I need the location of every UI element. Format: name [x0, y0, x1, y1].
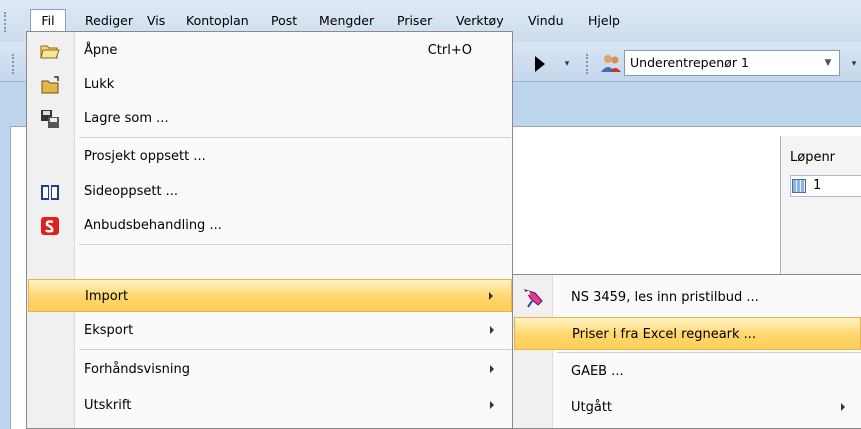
menu-item-label: Prosjekt oppsett ... — [84, 149, 206, 164]
file-menu: Åpne Ctrl+O Lukk Lagre som ... Prosjekt … — [26, 31, 513, 429]
menu-item-shortcut: Ctrl+O — [427, 43, 472, 58]
menu-item-label: Sideoppsett ... — [84, 184, 179, 199]
menu-item-label: Åpne — [84, 43, 118, 58]
submenu-arrow-icon — [841, 403, 845, 411]
menu-item-close[interactable]: Lukk — [28, 68, 512, 101]
toolbar-overflow-chevron-icon[interactable]: ▾ — [562, 54, 572, 74]
menu-item-print-preview[interactable]: Forhåndsvisning — [28, 353, 512, 386]
subcontractor-combo[interactable]: Underentrepenør 1 ▼ — [624, 50, 840, 76]
submenu-arrow-icon — [489, 292, 493, 300]
menu-item-tender-processing[interactable]: Anbudsbehandling ... — [28, 209, 512, 242]
submenu-item-excel-prices[interactable]: Priser i fra Excel regneark ... — [514, 317, 861, 350]
menu-item-project-setup[interactable]: Prosjekt oppsett ... — [28, 140, 512, 173]
menu-item-page-setup[interactable]: Sideoppsett ... — [28, 175, 512, 208]
menu-item-label: Lukk — [84, 77, 115, 92]
menu-item-export[interactable]: Eksport — [28, 314, 512, 347]
menu-priser[interactable]: Priser — [397, 10, 432, 32]
menu-item-print[interactable]: Utskrift — [28, 389, 512, 422]
lopenr-label: Løpenr — [790, 150, 836, 165]
import-price-icon — [523, 289, 543, 308]
book-icon — [41, 185, 59, 200]
submenu-item-gaeb[interactable]: GAEB ... — [514, 355, 861, 388]
menu-hjelp[interactable]: Hjelp — [588, 10, 620, 32]
menu-vis[interactable]: Vis — [147, 10, 165, 32]
menu-item-label: Forhåndsvisning — [84, 362, 190, 377]
menu-mengder[interactable]: Mengder — [319, 10, 374, 32]
submenu-arrow-icon — [490, 326, 494, 334]
submenu-item-label: Priser i fra Excel regneark ... — [572, 327, 757, 342]
menu-separator — [557, 352, 861, 353]
menu-separator — [79, 349, 511, 350]
menu-item-label: Import — [85, 289, 129, 304]
submenu-item-utgatt[interactable]: Utgått — [514, 391, 861, 424]
menu-post[interactable]: Post — [271, 10, 297, 32]
calculator-icon[interactable] — [792, 179, 806, 193]
menubar-grip[interactable] — [4, 12, 8, 32]
users-icon[interactable] — [600, 52, 622, 74]
menu-item-label: Utskrift — [84, 398, 132, 413]
open-folder-icon — [40, 45, 60, 59]
toolbar-overflow-chevron-icon-2[interactable]: ▾ — [849, 54, 859, 74]
import-submenu: NS 3459, les inn pristilbud ... Priser i… — [512, 274, 861, 429]
submenu-arrow-icon — [490, 401, 494, 409]
menu-rediger[interactable]: Rediger — [85, 10, 133, 32]
menu-separator — [79, 137, 511, 138]
submenu-item-label: Utgått — [571, 400, 613, 415]
menu-fil[interactable]: Fil — [30, 9, 66, 33]
submenu-item-label: GAEB ... — [571, 364, 624, 379]
menu-verktoy[interactable]: Verktøy — [456, 10, 504, 32]
menu-item-open[interactable]: Åpne Ctrl+O — [28, 34, 512, 67]
submenu-item-ns3459[interactable]: NS 3459, les inn pristilbud ... — [514, 281, 861, 314]
subcontractor-combo-value: Underentrepenør 1 — [630, 55, 749, 70]
menu-item-save-as[interactable]: Lagre som ... — [28, 102, 512, 135]
tender-icon — [41, 217, 59, 235]
submenu-item-label: NS 3459, les inn pristilbud ... — [571, 290, 759, 305]
menu-separator — [79, 244, 511, 245]
menu-item-label: Eksport — [84, 323, 134, 338]
submenu-arrow-icon — [490, 365, 494, 373]
play-icon[interactable] — [535, 56, 545, 72]
close-folder-icon — [41, 76, 59, 94]
toolbar-grip[interactable] — [12, 54, 16, 74]
menu-item-label: Anbudsbehandling ... — [84, 218, 222, 233]
chevron-down-icon[interactable]: ▼ — [821, 51, 835, 75]
toolbar-grip-2[interactable] — [586, 54, 590, 74]
menu-vindu[interactable]: Vindu — [528, 10, 564, 32]
menu-item-import[interactable]: Import — [28, 279, 512, 312]
lopenr-value: 1 — [813, 178, 822, 193]
menu-kontoplan[interactable]: Kontoplan — [186, 10, 249, 32]
menu-item-label: Lagre som ... — [84, 111, 169, 126]
save-as-icon — [41, 110, 59, 128]
